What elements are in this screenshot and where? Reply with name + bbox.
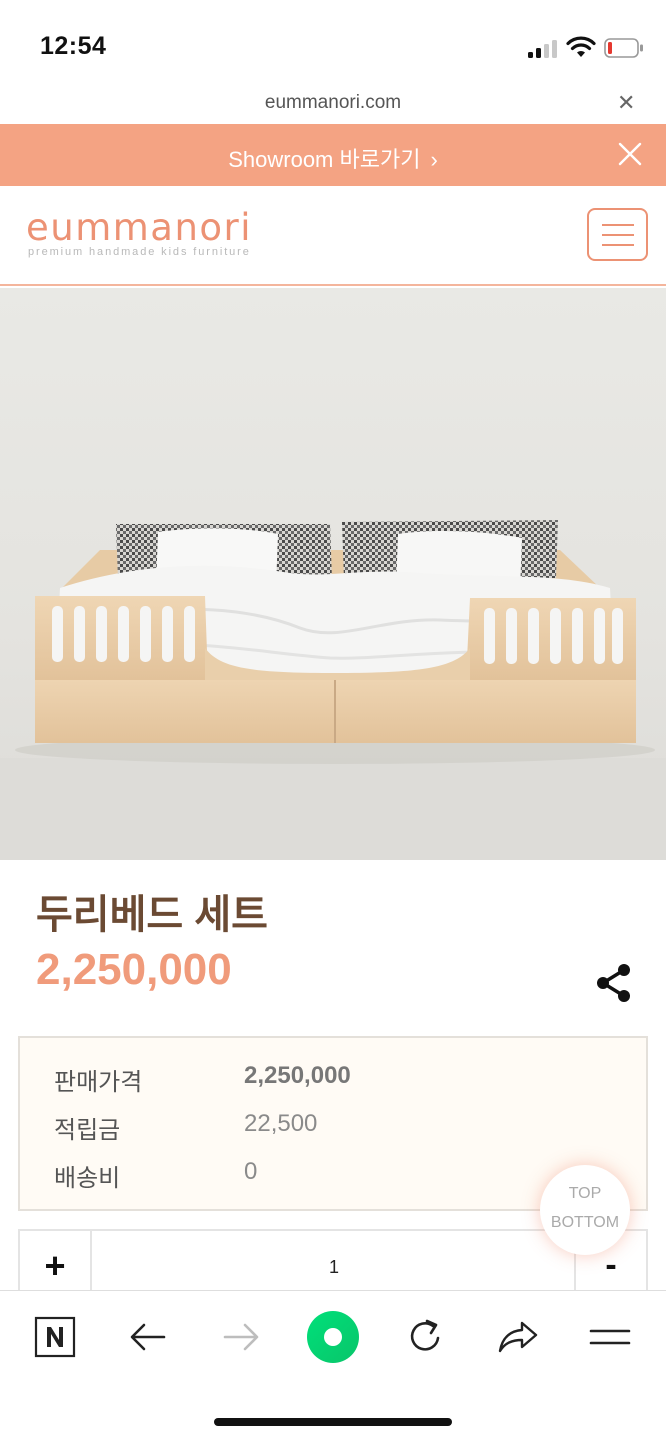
product-name: 두리베드 세트 xyxy=(36,893,268,937)
scroll-top-button[interactable]: TOP xyxy=(540,1185,630,1203)
back-arrow-icon[interactable] xyxy=(126,1315,170,1359)
browser-toolbar xyxy=(0,1290,666,1440)
url-text[interactable]: eummanori.com xyxy=(0,92,666,114)
site-header: eummanori premium handmade kids furnitur… xyxy=(0,186,666,286)
banner-text: Showroom 바로가기 xyxy=(228,147,421,172)
close-icon[interactable]: ✕ xyxy=(617,90,635,116)
reload-icon[interactable] xyxy=(403,1315,447,1359)
logo-wordmark: eummanori xyxy=(26,206,253,249)
status-bar: 12:54 xyxy=(0,0,666,88)
battery-icon xyxy=(604,38,643,58)
status-time: 12:54 xyxy=(40,32,107,60)
browser-url-bar[interactable]: eummanori.com ✕ xyxy=(0,88,666,124)
wifi-icon xyxy=(566,36,596,57)
menu-lines-icon[interactable] xyxy=(588,1315,632,1359)
green-dot-icon[interactable] xyxy=(305,1309,361,1365)
product-image xyxy=(0,288,666,860)
banner-link[interactable]: Showroom 바로가기 › xyxy=(0,142,666,174)
row-label: 판매가격 xyxy=(54,1069,143,1096)
forward-arrow-icon[interactable] xyxy=(219,1315,263,1359)
product-price: 2,250,000 xyxy=(36,945,232,994)
close-icon[interactable] xyxy=(614,138,646,170)
bed-illustration xyxy=(0,288,666,860)
row-value: 22,500 xyxy=(244,1110,318,1137)
scroll-nav-button[interactable]: TOP BOTTOM xyxy=(540,1165,630,1255)
share-arrow-icon[interactable] xyxy=(496,1315,540,1359)
scroll-bottom-button[interactable]: BOTTOM xyxy=(540,1214,630,1232)
share-icon[interactable] xyxy=(594,962,634,1004)
hamburger-menu-icon[interactable] xyxy=(587,208,648,261)
logo-tagline: premium handmade kids furniture xyxy=(28,246,251,258)
home-indicator xyxy=(214,1418,452,1426)
row-value: 2,250,000 xyxy=(244,1062,351,1089)
row-label: 배송비 xyxy=(54,1165,121,1192)
row-label: 적립금 xyxy=(54,1117,121,1144)
chevron-right-icon: › xyxy=(430,147,438,172)
naver-n-icon[interactable] xyxy=(33,1315,77,1359)
row-value: 0 xyxy=(244,1158,258,1185)
signal-icon xyxy=(528,40,558,58)
showroom-banner[interactable]: Showroom 바로가기 › xyxy=(0,124,666,186)
